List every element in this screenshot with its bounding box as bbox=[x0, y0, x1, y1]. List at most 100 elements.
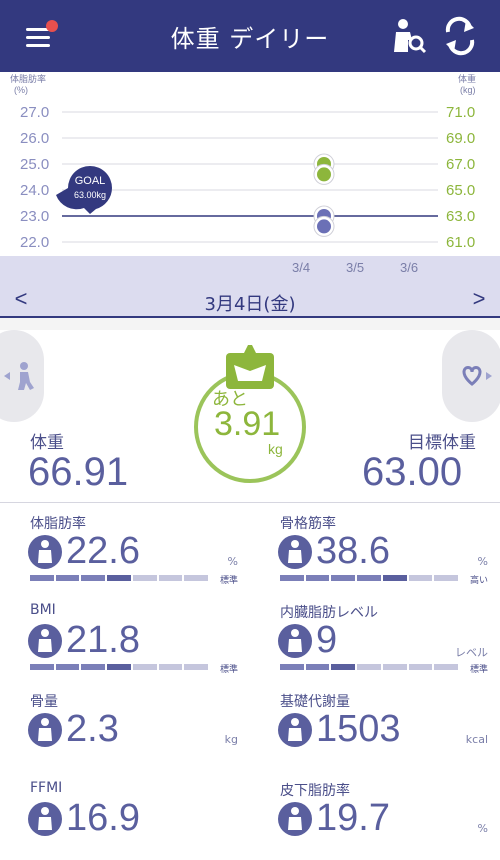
level-segment bbox=[305, 575, 330, 581]
remaining-value: 3.91 bbox=[214, 405, 281, 443]
level-segment bbox=[55, 575, 80, 581]
metric-card[interactable]: 骨量 2.3 kg bbox=[0, 681, 250, 771]
level-segment bbox=[184, 575, 209, 581]
person-search-icon[interactable] bbox=[388, 16, 428, 56]
metric-label: FFMI bbox=[30, 780, 63, 796]
metric-status-tag: 標準 bbox=[219, 665, 238, 675]
level-segment bbox=[434, 664, 459, 670]
metric-card[interactable]: 基礎代謝量 1503 kcal bbox=[250, 681, 500, 771]
left-tick-label: 24.0 bbox=[20, 182, 49, 199]
level-segment bbox=[30, 575, 54, 581]
metric-value: 16.9 bbox=[66, 797, 140, 839]
level-segment bbox=[331, 664, 356, 670]
sync-icon[interactable] bbox=[440, 16, 480, 56]
metric-unit: % bbox=[227, 555, 238, 568]
heart-side-button[interactable] bbox=[442, 330, 500, 422]
x-tick-label: 3/4 bbox=[292, 260, 311, 275]
level-segment bbox=[158, 575, 183, 581]
metric-card[interactable]: 内臓脂肪レベル 9 レベル 標準 bbox=[250, 592, 500, 682]
left-axis-unit: (%) bbox=[14, 85, 28, 95]
menu-button[interactable] bbox=[22, 20, 58, 50]
level-segment bbox=[30, 664, 54, 670]
bmi-person-icon bbox=[28, 624, 62, 658]
right-tick-label: 65.0 bbox=[446, 182, 475, 199]
metric-value: 22.6 bbox=[66, 530, 140, 572]
metric-status-tag: 高い bbox=[469, 576, 488, 586]
level-segment bbox=[81, 664, 106, 670]
current-date: 3月4日(金) bbox=[204, 294, 296, 315]
metric-level-bar bbox=[30, 575, 209, 581]
level-segment bbox=[184, 664, 209, 670]
date-navigation: < 3月4日(金) > bbox=[0, 282, 500, 318]
metric-status-tag: 標準 bbox=[219, 576, 238, 586]
fat-point bbox=[317, 219, 331, 234]
target-weight-value: 63.00 bbox=[362, 450, 463, 494]
metric-card[interactable]: BMI 21.8 標準 bbox=[0, 592, 250, 682]
level-segment bbox=[107, 664, 131, 670]
metric-unit: レベル bbox=[455, 646, 488, 659]
level-segment bbox=[132, 575, 157, 581]
ffmi-icon bbox=[28, 802, 62, 836]
goal-label: GOAL bbox=[75, 175, 106, 187]
remaining-unit: kg bbox=[268, 441, 283, 457]
level-segment bbox=[107, 575, 131, 581]
weight-value: 66.91 bbox=[28, 450, 129, 494]
remaining-ring: あと 3.91 kg bbox=[190, 345, 310, 485]
metric-level-bar bbox=[30, 664, 209, 670]
metric-label: 骨量 bbox=[30, 694, 58, 710]
x-tick-label: 3/6 bbox=[400, 260, 419, 275]
muscle-icon bbox=[278, 535, 312, 569]
app-header: 体重 デイリー bbox=[0, 0, 500, 72]
level-segment bbox=[158, 664, 183, 670]
notification-dot bbox=[46, 20, 58, 32]
right-axis-unit: (kg) bbox=[460, 85, 476, 95]
metric-unit: % bbox=[477, 822, 488, 835]
weight-chart[interactable]: 体脂肪率 (%) 体重 (kg) 27.0 26.0 25.0 24.0 23.0 22.0 71.… bbox=[0, 72, 500, 256]
x-tick-label: 3/5 bbox=[346, 260, 365, 275]
metric-unit: % bbox=[477, 555, 488, 568]
metric-status-tag: 標準 bbox=[469, 665, 488, 675]
visceral-fat-icon bbox=[278, 624, 312, 658]
level-segment bbox=[280, 664, 304, 670]
flame-icon bbox=[278, 713, 312, 747]
metric-card[interactable]: 皮下脂肪率 19.7% bbox=[250, 770, 500, 860]
level-segment bbox=[408, 664, 433, 670]
left-tick-label: 23.0 bbox=[20, 208, 49, 225]
left-axis-label: 体脂肪率 bbox=[10, 73, 46, 84]
next-date-button[interactable]: > bbox=[464, 286, 494, 312]
metric-value: 2.3 bbox=[66, 708, 119, 750]
metric-card[interactable]: 体脂肪率 22.6% 標準 bbox=[0, 503, 250, 593]
metric-card[interactable]: FFMI 16.9 bbox=[0, 770, 250, 860]
metric-value: 21.8 bbox=[66, 619, 140, 661]
metric-level-bar bbox=[280, 664, 459, 670]
metric-value: 9 bbox=[316, 619, 338, 661]
metric-unit: kg bbox=[224, 733, 238, 746]
metric-unit: kcal bbox=[465, 733, 488, 746]
metric-value: 38.6 bbox=[316, 530, 390, 572]
left-tick-label: 22.0 bbox=[20, 234, 49, 251]
right-tick-label: 61.0 bbox=[446, 234, 475, 251]
body-fat-icon bbox=[28, 535, 62, 569]
right-axis-label: 体重 bbox=[458, 73, 476, 84]
goal-value: 63.00kg bbox=[74, 190, 106, 200]
level-segment bbox=[357, 575, 381, 581]
metrics-grid: 体脂肪率 22.6% 標準 骨格筋率 38.6% 高い BMI 21.8 標準 内臓脂肪レベル 9 レ… bbox=[0, 502, 500, 854]
metric-label: BMI bbox=[30, 602, 56, 618]
left-tick-label: 27.0 bbox=[20, 104, 49, 121]
left-tick-label: 25.0 bbox=[20, 156, 49, 173]
level-segment bbox=[382, 664, 407, 670]
right-tick-label: 63.0 bbox=[446, 208, 475, 225]
level-segment bbox=[81, 575, 106, 581]
metric-card[interactable]: 骨格筋率 38.6% 高い bbox=[250, 503, 500, 593]
left-tick-label: 26.0 bbox=[20, 130, 49, 147]
level-segment bbox=[305, 664, 330, 670]
right-tick-label: 71.0 bbox=[446, 104, 475, 121]
subcutaneous-fat-icon bbox=[278, 802, 312, 836]
activity-side-button[interactable] bbox=[0, 330, 44, 422]
level-segment bbox=[357, 664, 381, 670]
level-segment bbox=[331, 575, 356, 581]
level-segment bbox=[434, 575, 459, 581]
level-segment bbox=[55, 664, 80, 670]
bone-icon bbox=[28, 713, 62, 747]
right-tick-label: 69.0 bbox=[446, 130, 475, 147]
